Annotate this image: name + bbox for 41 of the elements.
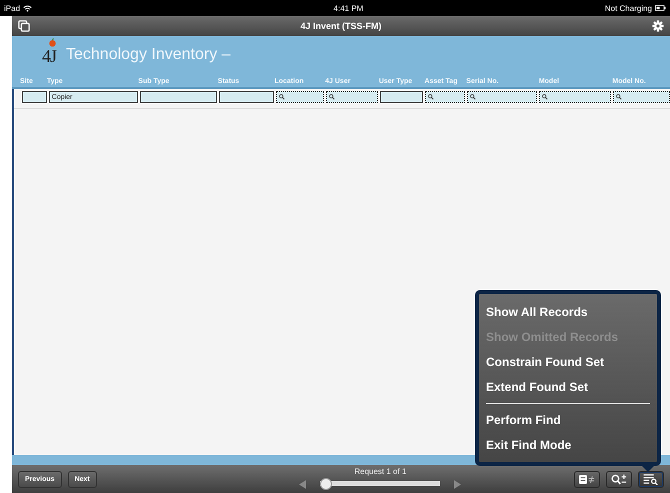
menu-item[interactable]: Constrain Found Set: [479, 350, 657, 375]
windows-icon[interactable]: [18, 20, 30, 32]
search-field[interactable]: [612, 91, 670, 103]
menu-item[interactable]: Exit Find Mode: [479, 433, 657, 458]
search-field[interactable]: [326, 91, 378, 103]
settings-icon[interactable]: [652, 20, 664, 32]
menu-item[interactable]: Perform Find: [479, 408, 657, 433]
search-field[interactable]: [276, 91, 324, 103]
layout-title: Technology Inventory –: [66, 46, 231, 65]
search-icon: [428, 94, 434, 100]
window-title: 4J Invent (TSS-FM): [299, 21, 382, 31]
request-counter: Request 1 of 1: [354, 467, 406, 476]
search-icon: [542, 94, 548, 100]
find-button[interactable]: [638, 470, 664, 488]
search-icon: [616, 94, 622, 100]
input-field[interactable]: [22, 91, 47, 103]
search-field[interactable]: [539, 91, 611, 103]
menu-item[interactable]: Show All Records: [479, 300, 657, 325]
wifi-icon: [23, 4, 32, 12]
input-field[interactable]: [140, 91, 218, 103]
search-icon: [329, 94, 336, 100]
previous-arrow-icon[interactable]: [299, 480, 306, 488]
input-field[interactable]: [219, 91, 274, 103]
search-field[interactable]: [466, 91, 538, 103]
clock: 4:41 PM: [332, 4, 364, 12]
find-icon: [643, 474, 659, 484]
zoom-button[interactable]: [606, 470, 632, 488]
battery-icon: [655, 5, 666, 11]
apple-icon: [48, 38, 57, 47]
search-icon: [470, 94, 476, 100]
search-field[interactable]: [425, 91, 465, 103]
input-field[interactable]: [380, 91, 424, 103]
logo-text: 4J: [42, 46, 56, 67]
search-icon: [278, 94, 285, 100]
omit-button[interactable]: [574, 470, 600, 488]
battery-status: Not Charging: [604, 4, 652, 12]
menu-item[interactable]: Extend Found Set: [479, 375, 657, 400]
zoom-icon: [611, 474, 627, 484]
next-arrow-icon[interactable]: [454, 480, 462, 488]
omit-icon: [579, 474, 595, 484]
device-name: iPad: [4, 4, 20, 12]
